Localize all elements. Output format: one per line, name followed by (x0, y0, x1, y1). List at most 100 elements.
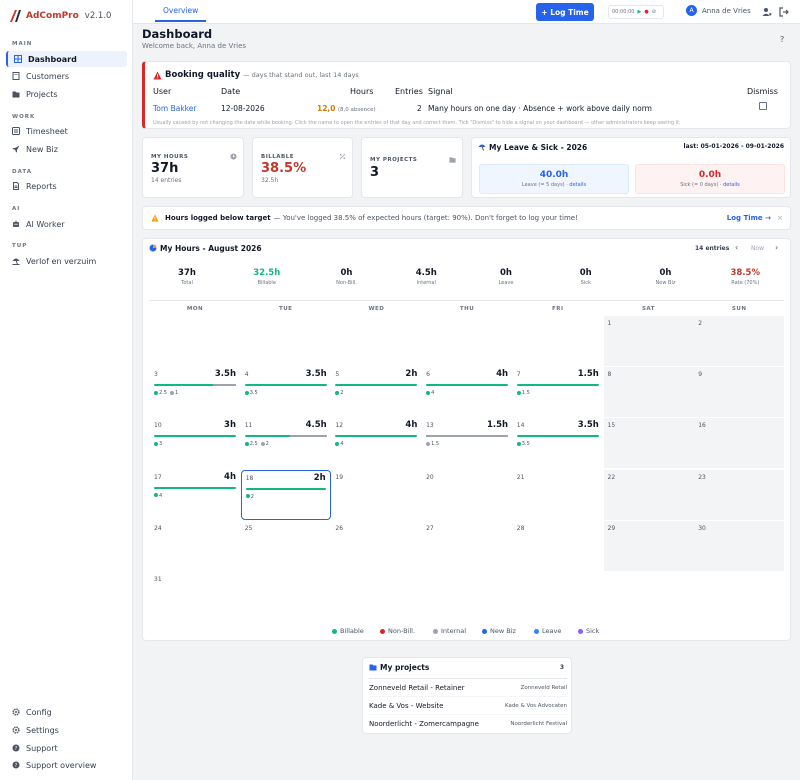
legend-label: Non-Bill. (388, 627, 416, 635)
calendar-day[interactable]: 29 (603, 520, 694, 571)
prev-month-button[interactable]: ‹ (735, 243, 738, 252)
sidebar-item-support[interactable]: ? Support (6, 740, 127, 756)
calendar-day[interactable]: 9 (694, 367, 785, 418)
stat-sub: 14 entries (151, 177, 182, 184)
brand[interactable]: AdComPro v2.1.0 (9, 8, 111, 24)
beach-umbrella-icon (478, 144, 486, 151)
col-dismiss: Dismiss (747, 87, 778, 96)
play-icon[interactable]: ▶ (637, 9, 641, 15)
calendar-day[interactable]: 15 (603, 418, 694, 469)
day-hours-bar (426, 435, 509, 438)
next-month-button[interactable]: › (775, 243, 778, 252)
warning-log-time-link[interactable]: Log Time → (727, 214, 771, 222)
sidebar-item-timesheet[interactable]: Timesheet (6, 123, 127, 139)
user-menu[interactable]: A Anna de Vries (686, 5, 751, 16)
calendar-day[interactable]: 26 (331, 521, 421, 571)
calendar-day[interactable]: 1 (603, 316, 694, 366)
day-breakdown: 4 (154, 493, 162, 499)
calendar-day[interactable]: 27 (422, 521, 512, 571)
summary-label: Non-Bill. (336, 280, 357, 286)
sidebar-item-verlof[interactable]: Verlof en verzuim (6, 253, 127, 269)
calendar-day[interactable]: 8 (603, 367, 694, 418)
user-settings-icon[interactable] (762, 7, 772, 17)
project-row[interactable]: Kade & Vos - Website Kade & Vos Advocaten (369, 698, 567, 715)
user-name: Anna de Vries (702, 6, 751, 15)
calendar-day[interactable]: 12 4h 4 (331, 418, 421, 468)
calendar-day[interactable]: 20 (422, 470, 512, 520)
stat-sub: 32.5h (261, 177, 279, 184)
app-version: v2.1.0 (84, 11, 112, 21)
calendar-day[interactable]: 13 1.5h 1.5 (422, 418, 512, 468)
leave-details-link[interactable]: details (569, 182, 586, 188)
sidebar-item-reports[interactable]: Reports (6, 178, 127, 194)
sidebar-item-newbiz[interactable]: New Biz (6, 141, 127, 157)
calendar-day[interactable]: 6 4h 4 (422, 367, 512, 417)
summary-label: Sick (580, 280, 591, 286)
day-number: 14 (516, 422, 525, 430)
summary-value: 0h (659, 268, 672, 278)
dismiss-checkbox[interactable] (759, 102, 767, 110)
section-ai: AI (12, 206, 21, 212)
sidebar-item-label: Support (26, 743, 58, 753)
calendar-day[interactable]: 22 (603, 469, 694, 520)
calendar-day[interactable]: 4 3.5h 3.5 (241, 367, 331, 417)
billable-breakdown: 2 (245, 494, 254, 500)
calendar-day[interactable]: 24 (150, 521, 240, 571)
summary-value: 0h (500, 268, 512, 278)
sidebar-item-settings[interactable]: Settings (6, 722, 127, 738)
sidebar-item-customers[interactable]: Customers (6, 68, 127, 84)
summary-internal: 4.5h Internal (386, 268, 466, 286)
sidebar-item-config[interactable]: Config (6, 704, 127, 720)
calendar-day[interactable]: 2 (694, 316, 785, 366)
sick-details-link[interactable]: details (723, 182, 740, 188)
close-icon[interactable]: × (777, 214, 783, 222)
summary-label: New Biz (655, 280, 676, 286)
warning-title: Hours logged below target (165, 214, 271, 222)
tab-overview[interactable]: Overview (155, 0, 207, 22)
calendar-day[interactable]: 21 (513, 470, 603, 520)
sidebar-item-ai-worker[interactable]: AI Worker (6, 216, 127, 232)
sidebar-item-label: Reports (26, 181, 57, 191)
weekday-header: FRI (552, 306, 564, 312)
reset-icon[interactable]: ⊘ (652, 9, 656, 15)
log-time-button[interactable]: + Log Time (536, 3, 594, 21)
calendar-day[interactable]: 19 (331, 470, 421, 520)
calendar-day[interactable]: 14 3.5h 3.5 (513, 418, 603, 468)
help-icon[interactable]: ? (780, 35, 784, 44)
summary-total: 37h Total (147, 268, 227, 286)
project-client: Zonneveld Retail (520, 685, 567, 691)
calendar-day[interactable]: 25 (241, 521, 331, 571)
gear-icon (12, 726, 20, 734)
legend-swatch (380, 628, 385, 634)
app-name: AdComPro (26, 11, 79, 21)
calendar-day[interactable]: 16 (694, 418, 785, 469)
calendar-day[interactable]: 30 (694, 520, 785, 571)
sidebar-item-dashboard[interactable]: Dashboard (6, 51, 127, 67)
calendar-day[interactable]: 28 (513, 521, 603, 571)
record-icon[interactable]: ● (644, 9, 648, 15)
logout-icon[interactable] (779, 7, 789, 17)
calendar-day[interactable]: 5 2h 2 (331, 367, 421, 417)
topbar: Overview + Log Time 00:00:00 ▶ ● ⊘ A Ann… (133, 0, 800, 24)
calendar-day[interactable]: 23 (694, 469, 785, 520)
calendar-day[interactable]: 7 1.5h 1.5 (513, 367, 603, 417)
project-row[interactable]: Noorderlicht - Zomercampagne Noorderlicht… (369, 715, 567, 732)
sidebar-item-projects[interactable]: Projects (6, 86, 127, 102)
legend-swatch (332, 628, 337, 634)
now-button[interactable]: Now (751, 245, 764, 252)
internal-bar-segment (212, 384, 236, 387)
day-breakdown: 4 (335, 441, 344, 447)
sidebar-item-label: Verlof en verzuim (26, 256, 97, 266)
project-row[interactable]: Zonneveld Retail - Retainer Zonneveld Ret… (369, 680, 567, 697)
calendar-day[interactable]: 11 4.5h 2.5 2 (241, 418, 331, 468)
calendar-day[interactable]: 17 4h 4 (150, 470, 240, 520)
calendar-day[interactable]: 18 2h 2 (240, 469, 331, 520)
sidebar-item-support-overview[interactable]: ? Support overview (6, 757, 127, 773)
day-hours: 2h (405, 369, 418, 380)
row-user-link[interactable]: Tom Bakker (153, 104, 196, 113)
calendar-day[interactable]: 3 3.5h 2.5 1 (150, 367, 240, 417)
clock-icon (12, 127, 20, 135)
calendar-day[interactable]: 31 (150, 572, 240, 622)
calendar-day[interactable]: 10 3h 3 (150, 418, 240, 468)
warning-icon (151, 214, 159, 222)
